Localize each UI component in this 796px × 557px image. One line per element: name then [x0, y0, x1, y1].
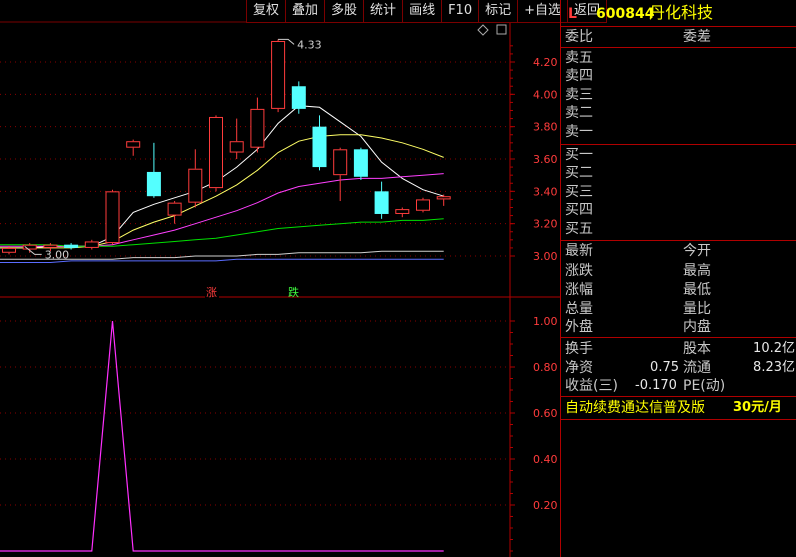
sell-1-label: 卖一 — [565, 124, 593, 140]
price-tick-label: 4.20 — [533, 56, 558, 69]
candle-body — [43, 244, 58, 248]
float-label: 流通 — [683, 360, 711, 376]
buy-2-label: 买二 — [565, 165, 593, 181]
candle-body — [353, 149, 368, 177]
eps-value: -0.170 — [635, 378, 677, 393]
outer-label: 外盘 — [565, 319, 593, 335]
nav-value: 0.75 — [650, 360, 679, 375]
mark-button[interactable]: 标记 — [479, 0, 519, 22]
open-label: 今开 — [683, 243, 711, 259]
price-tick-label: 3.00 — [533, 250, 558, 263]
down-marker: 跌 — [288, 285, 299, 299]
candle-body — [436, 196, 451, 200]
candle-body — [126, 141, 141, 148]
buy-4-label: 买四 — [565, 202, 593, 218]
price-tick-label: 3.60 — [533, 153, 558, 166]
price-tick-label: 3.40 — [533, 185, 558, 198]
multi-stock-button[interactable]: 多股 — [325, 0, 365, 22]
diamond-icon — [477, 24, 489, 36]
buy-1-label: 买一 — [565, 147, 593, 163]
volume-ratio-label: 量比 — [683, 301, 711, 317]
candle-body — [374, 191, 389, 214]
indicator-tick-label: 0.20 — [533, 499, 558, 512]
candle-body — [291, 86, 306, 109]
buy-3-label: 买三 — [565, 184, 593, 200]
indicator-tick-label: 0.60 — [533, 407, 558, 420]
price-tick-label: 4.00 — [533, 88, 558, 101]
indicator-tick-label: 1.00 — [533, 315, 558, 328]
candle-body — [2, 247, 16, 253]
promo-text[interactable]: 自动续费通达信普及版 — [565, 399, 705, 417]
change-label: 涨跌 — [565, 263, 593, 279]
sell-4-label: 卖四 — [565, 68, 593, 84]
candle-body — [229, 141, 244, 153]
candle-body — [188, 168, 203, 203]
latest-label: 最新 — [565, 243, 593, 259]
overlay-button[interactable]: 叠加 — [286, 0, 326, 22]
statistics-button[interactable]: 统计 — [364, 0, 404, 22]
draw-line-button[interactable]: 画线 — [403, 0, 443, 22]
low-annotation: 3.00 — [45, 248, 69, 261]
level-mark: L — [568, 6, 577, 22]
turnover-label: 换手 — [565, 341, 593, 357]
stock-code: 600844 — [596, 6, 655, 22]
stock-name: 丹化科技 — [649, 3, 714, 22]
high-annotation: 4.33 — [297, 38, 322, 51]
kline-chart-area[interactable]: 4.20 4.00 3.80 3.60 3.40 3.20 3.00 1.00 0.80 0.60… — [0, 0, 560, 557]
candle-body — [312, 126, 327, 168]
restore-rights-button[interactable]: 复权 — [247, 0, 287, 22]
eps-label: 收益(三) — [565, 378, 618, 394]
kline-chart[interactable]: 4.20 4.00 3.80 3.60 3.40 3.20 3.00 1.00 0.80 0.60… — [0, 0, 560, 557]
sell-5-label: 卖五 — [565, 50, 593, 66]
capital-value: 10.2亿 — [753, 341, 795, 356]
pe-label: PE(动) — [683, 378, 726, 394]
sell-2-label: 卖二 — [565, 105, 593, 121]
indicator-tick-label: 0.40 — [533, 453, 558, 466]
candle-body — [209, 116, 223, 189]
ma-line-3 — [0, 218, 444, 247]
order-ratio-label: 委比 — [565, 29, 593, 45]
price-tick-label: 3.20 — [533, 218, 558, 231]
square-icon — [496, 24, 507, 35]
nav-label: 净资 — [565, 360, 593, 376]
low-label: 最低 — [683, 282, 711, 298]
sell-3-label: 卖三 — [565, 87, 593, 103]
order-diff-label: 委差 — [683, 29, 711, 45]
candle-body — [416, 199, 430, 211]
indicator-line — [0, 320, 444, 552]
price-tick-label: 3.80 — [533, 121, 558, 134]
candle-body — [271, 40, 286, 109]
quote-panel: L 600844 丹化科技 委比 委差 卖五 卖四 卖三 卖二 卖一 买一 买二… — [560, 0, 796, 557]
f10-button[interactable]: F10 — [442, 0, 480, 22]
candle-body — [333, 149, 348, 176]
float-value: 8.23亿 — [753, 360, 795, 375]
toolbar: 复权 叠加 多股 统计 画线 F10 标记 +自选 返回 — [246, 0, 608, 23]
candle-body — [250, 108, 265, 148]
high-label: 最高 — [683, 263, 711, 279]
candle-body — [167, 202, 182, 216]
capital-label: 股本 — [683, 341, 711, 357]
volume-label: 总量 — [565, 301, 593, 317]
candle-body — [105, 191, 120, 244]
promo-price[interactable]: 30元/月 — [733, 399, 782, 417]
pct-label: 涨幅 — [565, 282, 593, 298]
buy-5-label: 买五 — [565, 221, 593, 237]
candle-body — [84, 241, 99, 248]
candle-body — [146, 171, 161, 197]
candle-body — [395, 209, 410, 214]
inner-label: 内盘 — [683, 319, 711, 335]
indicator-tick-label: 0.80 — [533, 361, 558, 374]
up-marker: 涨 — [206, 286, 217, 299]
